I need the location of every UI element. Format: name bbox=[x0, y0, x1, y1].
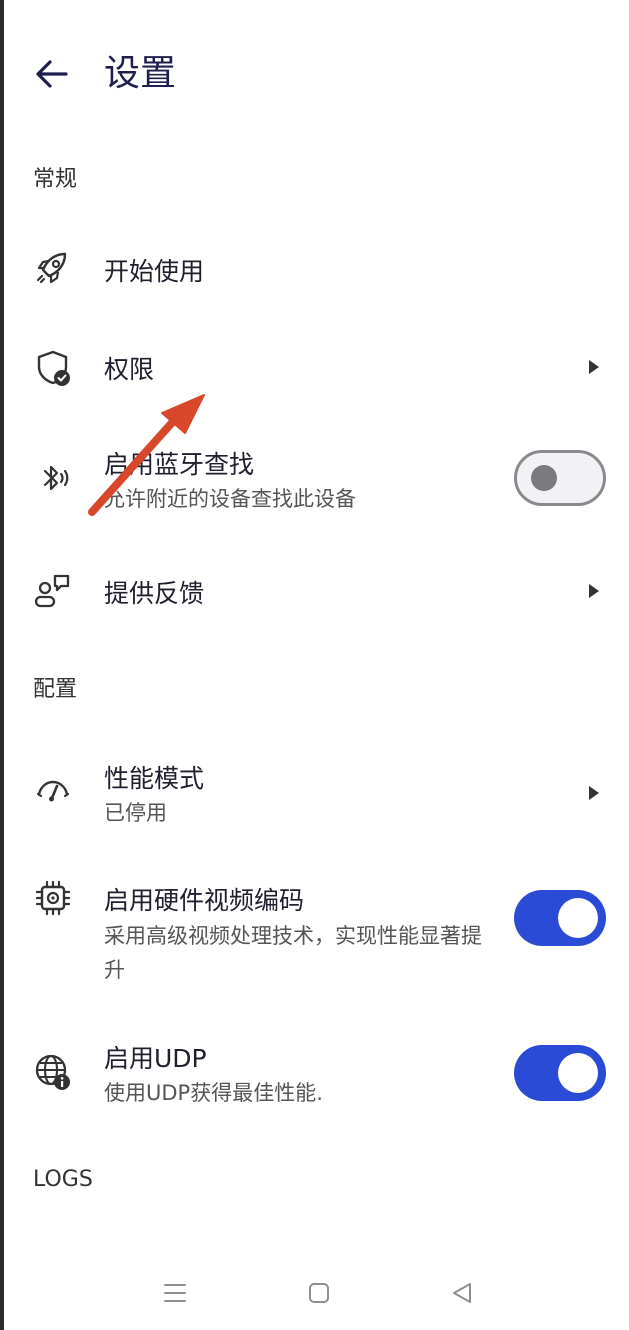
permissions-row[interactable]: 权限 bbox=[0, 338, 629, 398]
rocket-icon bbox=[33, 248, 73, 288]
section-header-general: 常规 bbox=[33, 167, 78, 192]
toggle-knob bbox=[558, 1053, 598, 1093]
udp-row[interactable]: 启用UDP 使用UDP获得最佳性能. bbox=[0, 1032, 629, 1112]
bluetooth-toggle[interactable] bbox=[514, 450, 606, 506]
menu-icon[interactable] bbox=[160, 1278, 190, 1308]
udp-toggle[interactable] bbox=[514, 1045, 606, 1101]
hw-video-encoding-description: 采用高级视频处理技术，实现性能显著提升 bbox=[104, 924, 482, 982]
bluetooth-sublabel: 允许附近的设备查找此设备 bbox=[104, 487, 356, 511]
bluetooth-row[interactable]: 启用蓝牙查找 允许附近的设备查找此设备 bbox=[0, 440, 629, 520]
hw-video-encoding-toggle[interactable] bbox=[514, 890, 606, 946]
globe-info-icon bbox=[33, 1052, 73, 1092]
annotation-arrow bbox=[88, 394, 205, 516]
section-header-config: 配置 bbox=[33, 677, 78, 702]
page-title: 设置 bbox=[104, 53, 177, 94]
hw-video-encoding-row[interactable]: 启用硬件视频编码 采用高级视频处理技术，实现性能显著提升 bbox=[0, 875, 629, 995]
bluetooth-icon bbox=[33, 458, 73, 498]
hw-video-encoding-label: 启用硬件视频编码 bbox=[104, 886, 305, 915]
chevron-right-icon bbox=[587, 785, 601, 801]
chip-icon bbox=[33, 878, 73, 918]
back-arrow-icon[interactable] bbox=[30, 52, 74, 96]
screen-edge bbox=[0, 0, 4, 1330]
toggle-knob bbox=[558, 898, 598, 938]
section-header-logs: LOGS bbox=[33, 1167, 93, 1192]
chevron-right-icon bbox=[587, 359, 601, 375]
bluetooth-label: 启用蓝牙查找 bbox=[104, 450, 255, 479]
get-started-label: 开始使用 bbox=[104, 257, 205, 286]
feedback-icon bbox=[33, 571, 73, 611]
udp-label: 启用UDP bbox=[104, 1044, 207, 1073]
toggle-knob bbox=[531, 465, 557, 491]
feedback-row[interactable]: 提供反馈 bbox=[0, 562, 629, 622]
back-triangle-icon[interactable] bbox=[447, 1278, 477, 1308]
speedometer-icon bbox=[33, 772, 73, 812]
udp-description: 使用UDP获得最佳性能. bbox=[104, 1081, 323, 1105]
performance-mode-status: 已停用 bbox=[104, 801, 167, 825]
permissions-label: 权限 bbox=[104, 355, 155, 384]
performance-mode-row[interactable]: 性能模式 已停用 bbox=[0, 752, 629, 832]
shield-check-icon bbox=[33, 348, 73, 388]
home-icon[interactable] bbox=[304, 1278, 334, 1308]
get-started-row[interactable]: 开始使用 bbox=[0, 240, 629, 300]
system-navigation-bar bbox=[0, 1262, 629, 1322]
chevron-right-icon bbox=[587, 583, 601, 599]
performance-mode-label: 性能模式 bbox=[104, 764, 205, 793]
feedback-label: 提供反馈 bbox=[104, 579, 205, 608]
